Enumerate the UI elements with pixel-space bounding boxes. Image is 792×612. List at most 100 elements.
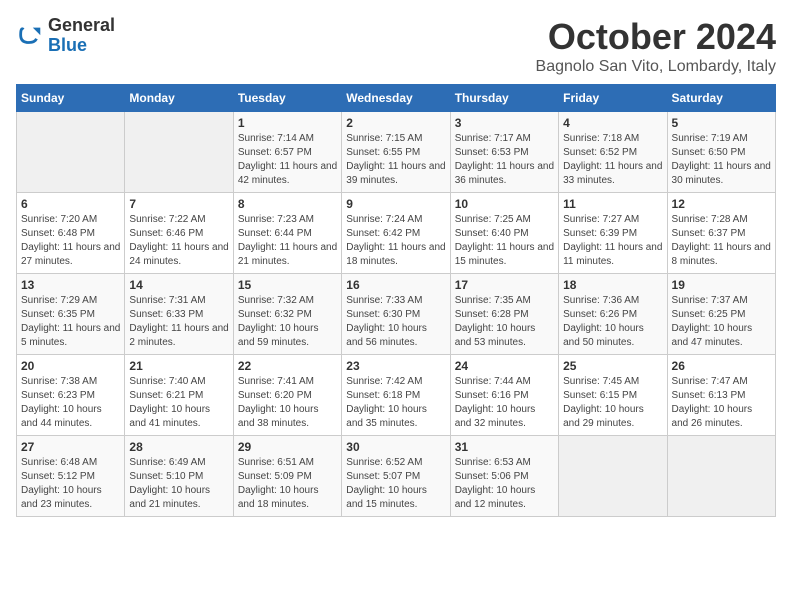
calendar-cell: 11 Sunrise: 7:27 AM Sunset: 6:39 PM Dayli… [559, 193, 667, 274]
day-number: 1 [238, 116, 337, 130]
cell-content: Sunrise: 7:14 AM Sunset: 6:57 PM Dayligh… [238, 132, 337, 188]
cell-content: Sunrise: 7:32 AM Sunset: 6:32 PM Dayligh… [238, 294, 337, 350]
calendar-cell: 30 Sunrise: 6:52 AM Sunset: 5:07 PM Dayli… [342, 436, 450, 517]
calendar-cell: 24 Sunrise: 7:44 AM Sunset: 6:16 PM Dayli… [450, 355, 558, 436]
day-number: 28 [129, 440, 228, 454]
calendar-cell: 28 Sunrise: 6:49 AM Sunset: 5:10 PM Dayli… [125, 436, 233, 517]
day-number: 24 [455, 359, 554, 373]
cell-content: Sunrise: 7:37 AM Sunset: 6:25 PM Dayligh… [672, 294, 771, 350]
day-number: 7 [129, 197, 228, 211]
cell-content: Sunrise: 7:36 AM Sunset: 6:26 PM Dayligh… [563, 294, 662, 350]
day-number: 17 [455, 278, 554, 292]
day-number: 6 [21, 197, 120, 211]
calendar-cell [125, 112, 233, 193]
day-number: 2 [346, 116, 445, 130]
calendar-week-row: 1 Sunrise: 7:14 AM Sunset: 6:57 PM Daylig… [17, 112, 776, 193]
calendar-week-row: 27Sunrise: 6:48 AM Sunset: 5:12 PM Dayli… [17, 436, 776, 517]
calendar-cell: 18 Sunrise: 7:36 AM Sunset: 6:26 PM Dayli… [559, 274, 667, 355]
month-title: October 2024 [536, 16, 776, 58]
cell-content: Sunrise: 7:38 AM Sunset: 6:23 PM Dayligh… [21, 375, 120, 431]
calendar-cell: 25 Sunrise: 7:45 AM Sunset: 6:15 PM Dayli… [559, 355, 667, 436]
cell-content: Sunrise: 7:18 AM Sunset: 6:52 PM Dayligh… [563, 132, 662, 188]
day-number: 19 [672, 278, 771, 292]
day-number: 4 [563, 116, 662, 130]
cell-content: Sunrise: 6:48 AM Sunset: 5:12 PM Dayligh… [21, 456, 120, 512]
cell-content: Sunrise: 7:45 AM Sunset: 6:15 PM Dayligh… [563, 375, 662, 431]
day-number: 30 [346, 440, 445, 454]
calendar-cell: 4 Sunrise: 7:18 AM Sunset: 6:52 PM Daylig… [559, 112, 667, 193]
calendar-cell: 15 Sunrise: 7:32 AM Sunset: 6:32 PM Dayli… [233, 274, 341, 355]
day-header-thursday: Thursday [450, 85, 558, 112]
logo: General Blue [16, 16, 115, 56]
day-number: 15 [238, 278, 337, 292]
cell-content: Sunrise: 7:28 AM Sunset: 6:37 PM Dayligh… [672, 213, 771, 269]
calendar-cell: 16Sunrise: 7:33 AM Sunset: 6:30 PM Dayli… [342, 274, 450, 355]
day-header-sunday: Sunday [17, 85, 125, 112]
calendar-cell [559, 436, 667, 517]
calendar-cell: 1 Sunrise: 7:14 AM Sunset: 6:57 PM Daylig… [233, 112, 341, 193]
day-number: 9 [346, 197, 445, 211]
day-header-monday: Monday [125, 85, 233, 112]
calendar-cell: 7 Sunrise: 7:22 AM Sunset: 6:46 PM Daylig… [125, 193, 233, 274]
cell-content: Sunrise: 7:41 AM Sunset: 6:20 PM Dayligh… [238, 375, 337, 431]
calendar-cell [667, 436, 775, 517]
day-number: 23 [346, 359, 445, 373]
calendar-cell: 9Sunrise: 7:24 AM Sunset: 6:42 PM Daylig… [342, 193, 450, 274]
day-number: 11 [563, 197, 662, 211]
calendar-week-row: 6 Sunrise: 7:20 AM Sunset: 6:48 PM Daylig… [17, 193, 776, 274]
cell-content: Sunrise: 7:44 AM Sunset: 6:16 PM Dayligh… [455, 375, 554, 431]
calendar-cell: 13 Sunrise: 7:29 AM Sunset: 6:35 PM Dayli… [17, 274, 125, 355]
cell-content: Sunrise: 7:25 AM Sunset: 6:40 PM Dayligh… [455, 213, 554, 269]
calendar-cell: 2 Sunrise: 7:15 AM Sunset: 6:55 PM Daylig… [342, 112, 450, 193]
day-number: 22 [238, 359, 337, 373]
day-header-friday: Friday [559, 85, 667, 112]
calendar-cell: 21 Sunrise: 7:40 AM Sunset: 6:21 PM Dayli… [125, 355, 233, 436]
calendar-header-row: SundayMondayTuesdayWednesdayThursdayFrid… [17, 85, 776, 112]
day-number: 21 [129, 359, 228, 373]
day-number: 29 [238, 440, 337, 454]
day-number: 31 [455, 440, 554, 454]
cell-content: Sunrise: 7:22 AM Sunset: 6:46 PM Dayligh… [129, 213, 228, 269]
cell-content: Sunrise: 6:51 AM Sunset: 5:09 PM Dayligh… [238, 456, 337, 512]
calendar-cell: 22 Sunrise: 7:41 AM Sunset: 6:20 PM Dayli… [233, 355, 341, 436]
cell-content: Sunrise: 7:31 AM Sunset: 6:33 PM Dayligh… [129, 294, 228, 350]
logo-icon [16, 22, 44, 50]
calendar-cell: 3Sunrise: 7:17 AM Sunset: 6:53 PM Daylig… [450, 112, 558, 193]
cell-content: Sunrise: 7:27 AM Sunset: 6:39 PM Dayligh… [563, 213, 662, 269]
day-header-saturday: Saturday [667, 85, 775, 112]
cell-content: Sunrise: 7:42 AM Sunset: 6:18 PM Dayligh… [346, 375, 445, 431]
cell-content: Sunrise: 7:29 AM Sunset: 6:35 PM Dayligh… [21, 294, 120, 350]
cell-content: Sunrise: 6:53 AM Sunset: 5:06 PM Dayligh… [455, 456, 554, 512]
page-header: General Blue October 2024 Bagnolo San Vi… [16, 16, 776, 76]
calendar-table: SundayMondayTuesdayWednesdayThursdayFrid… [16, 84, 776, 517]
cell-content: Sunrise: 7:47 AM Sunset: 6:13 PM Dayligh… [672, 375, 771, 431]
cell-content: Sunrise: 7:20 AM Sunset: 6:48 PM Dayligh… [21, 213, 120, 269]
day-number: 26 [672, 359, 771, 373]
cell-content: Sunrise: 7:40 AM Sunset: 6:21 PM Dayligh… [129, 375, 228, 431]
day-number: 10 [455, 197, 554, 211]
calendar-week-row: 13 Sunrise: 7:29 AM Sunset: 6:35 PM Dayli… [17, 274, 776, 355]
calendar-cell: 19 Sunrise: 7:37 AM Sunset: 6:25 PM Dayli… [667, 274, 775, 355]
day-number: 8 [238, 197, 337, 211]
cell-content: Sunrise: 7:15 AM Sunset: 6:55 PM Dayligh… [346, 132, 445, 188]
cell-content: Sunrise: 7:33 AM Sunset: 6:30 PM Dayligh… [346, 294, 445, 350]
day-number: 13 [21, 278, 120, 292]
calendar-cell: 23 Sunrise: 7:42 AM Sunset: 6:18 PM Dayli… [342, 355, 450, 436]
day-number: 3 [455, 116, 554, 130]
day-number: 25 [563, 359, 662, 373]
cell-content: Sunrise: 6:52 AM Sunset: 5:07 PM Dayligh… [346, 456, 445, 512]
calendar-cell: 26 Sunrise: 7:47 AM Sunset: 6:13 PM Dayli… [667, 355, 775, 436]
day-number: 5 [672, 116, 771, 130]
day-number: 18 [563, 278, 662, 292]
calendar-cell [17, 112, 125, 193]
calendar-cell: 6 Sunrise: 7:20 AM Sunset: 6:48 PM Daylig… [17, 193, 125, 274]
calendar-cell: 17Sunrise: 7:35 AM Sunset: 6:28 PM Dayli… [450, 274, 558, 355]
cell-content: Sunrise: 6:49 AM Sunset: 5:10 PM Dayligh… [129, 456, 228, 512]
day-number: 14 [129, 278, 228, 292]
calendar-cell: 8Sunrise: 7:23 AM Sunset: 6:44 PM Daylig… [233, 193, 341, 274]
calendar-cell: 14 Sunrise: 7:31 AM Sunset: 6:33 PM Dayli… [125, 274, 233, 355]
calendar-cell: 31 Sunrise: 6:53 AM Sunset: 5:06 PM Dayli… [450, 436, 558, 517]
day-number: 12 [672, 197, 771, 211]
day-number: 20 [21, 359, 120, 373]
title-block: October 2024 Bagnolo San Vito, Lombardy,… [536, 16, 776, 76]
